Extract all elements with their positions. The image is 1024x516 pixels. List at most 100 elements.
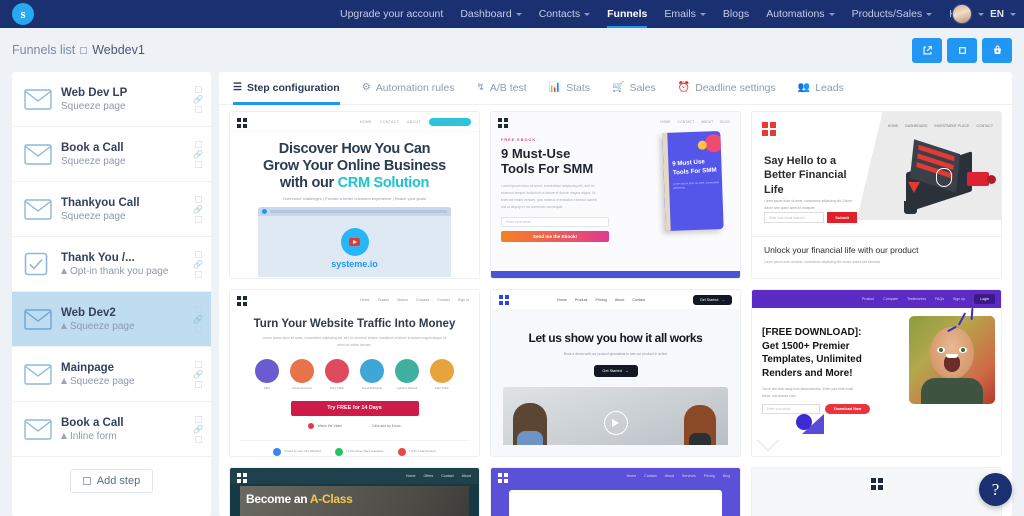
play-button-icon — [340, 228, 369, 257]
template-card-free-download[interactable]: Product Compare Testimonies FAQs Sign up… — [751, 289, 1002, 457]
step-settings-icon[interactable] — [194, 250, 202, 258]
avatar[interactable] — [952, 4, 973, 24]
step-more-icon[interactable] — [194, 215, 202, 223]
step-subtitle-label: Squeeze page — [61, 155, 126, 167]
step-more-icon[interactable] — [194, 380, 202, 388]
step-link-icon[interactable]: 🔗 — [193, 260, 203, 268]
nav-item-emails[interactable]: Emails — [664, 0, 706, 28]
preview-photo — [503, 387, 728, 445]
preview-browser-mock: systeme.io — [258, 207, 451, 278]
tab-stats[interactable]: 📊 Stats — [549, 72, 590, 105]
step-link-icon[interactable]: 🔗 — [193, 205, 203, 213]
template-card-blank[interactable] — [751, 467, 1002, 516]
content-panel: ☰ Step configuration ⚙ Automation rules … — [219, 72, 1012, 516]
nav-item-dashboard[interactable]: Dashboard — [460, 0, 522, 28]
nav-item-automations[interactable]: Automations — [766, 0, 835, 28]
preview-nav-link: Courses — [416, 298, 430, 302]
open-external-button[interactable] — [912, 37, 942, 63]
step-title: Book a Call — [61, 416, 124, 429]
tab-deadline-settings[interactable]: ⏰ Deadline settings — [678, 72, 776, 105]
preview-navbar: HOME CONTACT ABOUT GET STARTED — [230, 112, 479, 132]
grid-handle-icon — [237, 473, 247, 483]
step-more-icon[interactable] — [194, 105, 202, 113]
language-selector[interactable]: EN — [990, 9, 1004, 20]
step-more-icon[interactable] — [194, 435, 202, 443]
step-settings-icon[interactable] — [194, 85, 202, 93]
grid-handle-icon — [237, 118, 247, 128]
sidebar-step-mainpage[interactable]: Mainpage Squeeze page 🔗 — [12, 347, 211, 402]
tab-sales[interactable]: 🛒 Sales — [612, 72, 656, 105]
preview-nav-link: Videos — [397, 298, 409, 302]
nav-item-blogs[interactable]: Blogs — [723, 0, 749, 28]
preview-nav-link: Compare — [883, 297, 899, 301]
funnel-steps-sidebar: Web Dev LP Squeeze page 🔗 Book a Call Sq… — [12, 72, 211, 516]
step-link-icon[interactable]: 🔗 — [193, 150, 203, 158]
feature-label: Social Networks — [291, 385, 313, 390]
step-settings-icon[interactable] — [194, 415, 202, 423]
add-step-button[interactable]: Add step — [69, 469, 154, 493]
preview-nav-link: ABOUT — [701, 120, 714, 124]
feature-label: Paid Traffic — [330, 385, 344, 390]
preview-nav-link: Contact — [632, 297, 646, 302]
preview-nav-link: Home — [556, 297, 567, 302]
step-link-icon[interactable]: 🔗 — [193, 315, 203, 323]
chevron-down-icon — [584, 12, 591, 16]
template-preview: Home Offers Contact About Become an A-Cl… — [230, 468, 479, 516]
preview-nav-cta: Login — [974, 294, 995, 304]
template-card-financial[interactable]: HOME DASHBOARD INVESTMENT PLACE CONTACT — [751, 111, 1002, 279]
step-link-icon[interactable]: 🔗 — [193, 425, 203, 433]
breadcrumb-parent[interactable]: Funnels list — [12, 43, 75, 57]
chevron-down-icon[interactable] — [1010, 12, 1016, 16]
feature-item: Social Networks — [289, 358, 315, 390]
step-settings-icon[interactable] — [194, 305, 202, 313]
template-card-traffic[interactable]: Home Guides Videos Courses Contact Sign … — [229, 289, 480, 457]
template-card-a-class[interactable]: Home Offers Contact About Become an A-Cl… — [229, 467, 480, 516]
sidebar-step-web-dev-lp[interactable]: Web Dev LP Squeeze page 🔗 — [12, 72, 211, 127]
chevron-down-icon[interactable] — [978, 12, 985, 16]
template-card-demo[interactable]: Home Product Pricing About Contact Get S… — [490, 289, 741, 457]
tab-leads[interactable]: 👥 Leads — [798, 72, 844, 105]
preview-headline: 9 Must-Use Tools For SMM — [501, 146, 606, 177]
headline-line-1: Say Hello to a — [764, 155, 837, 167]
step-title: Web Dev2 — [61, 306, 116, 319]
systeme-logo[interactable]: s — [12, 3, 34, 25]
template-card-ebook-smm[interactable]: HOME CONTACT ABOUT BLOG FREE EBOOK 9 Mus… — [490, 111, 741, 279]
tab-ab-test[interactable]: ↯ A/B test — [476, 72, 526, 105]
nav-item-funnels[interactable]: Funnels — [607, 0, 648, 28]
watch-video-label: Watch the Video — [317, 423, 343, 428]
preview-subhead: Overcome challenges | Provide a better c… — [283, 196, 426, 202]
nav-item-upgrade[interactable]: Upgrade your account — [340, 0, 443, 28]
step-subtitle: Opt-in thank you page — [61, 266, 193, 277]
sidebar-step-thank-you[interactable]: Thank You /... Opt-in thank you page 🔗 — [12, 237, 211, 292]
step-settings-icon[interactable] — [194, 195, 202, 203]
chevron-down-icon — [828, 12, 835, 16]
sidebar-step-book-a-call-1[interactable]: Book a Call Squeeze page 🔗 — [12, 127, 211, 182]
step-more-icon[interactable] — [194, 325, 202, 333]
preview-nav-link: ABOUT — [407, 119, 421, 124]
preview-body: Book a demo with our product specialists… — [563, 352, 668, 356]
tab-automation-rules[interactable]: ⚙ Automation rules — [362, 72, 455, 105]
step-text: Web Dev2 Squeeze page — [61, 307, 193, 332]
help-button[interactable]: ? — [979, 473, 1012, 506]
template-card-crm[interactable]: HOME CONTACT ABOUT GET STARTED Discover … — [229, 111, 480, 279]
preview-illustration — [890, 138, 996, 218]
preview-footer-body: Lorem ipsum dolor sit amet, consectetur … — [764, 260, 881, 264]
step-link-icon[interactable]: 🔗 — [193, 95, 203, 103]
step-more-icon[interactable] — [194, 270, 202, 278]
template-card-purple[interactable]: Home Contact About Services Pricing Blog — [490, 467, 741, 516]
step-settings-icon[interactable] — [194, 360, 202, 368]
nav-item-products-sales[interactable]: Products/Sales — [852, 0, 933, 28]
template-gallery-scroll[interactable]: HOME CONTACT ABOUT GET STARTED Discover … — [219, 105, 1012, 516]
nav-item-contacts[interactable]: Contacts — [539, 0, 591, 28]
sidebar-step-web-dev2[interactable]: Web Dev2 Squeeze page 🔗 — [12, 292, 211, 347]
shop-button[interactable] — [982, 37, 1012, 63]
step-settings-icon[interactable] — [194, 140, 202, 148]
step-more-icon[interactable] — [194, 160, 202, 168]
sidebar-step-thankyou-call[interactable]: Thankyou Call Squeeze page 🔗 — [12, 182, 211, 237]
duplicate-button[interactable] — [947, 37, 977, 63]
step-link-icon[interactable]: 🔗 — [193, 370, 203, 378]
sidebar-step-book-a-call-2[interactable]: Book a Call Inline form 🔗 — [12, 402, 211, 457]
tab-step-configuration[interactable]: ☰ Step configuration — [233, 72, 340, 105]
breadcrumb-current: Webdev1 — [92, 43, 145, 57]
preview-nav-link: Services — [682, 474, 696, 478]
